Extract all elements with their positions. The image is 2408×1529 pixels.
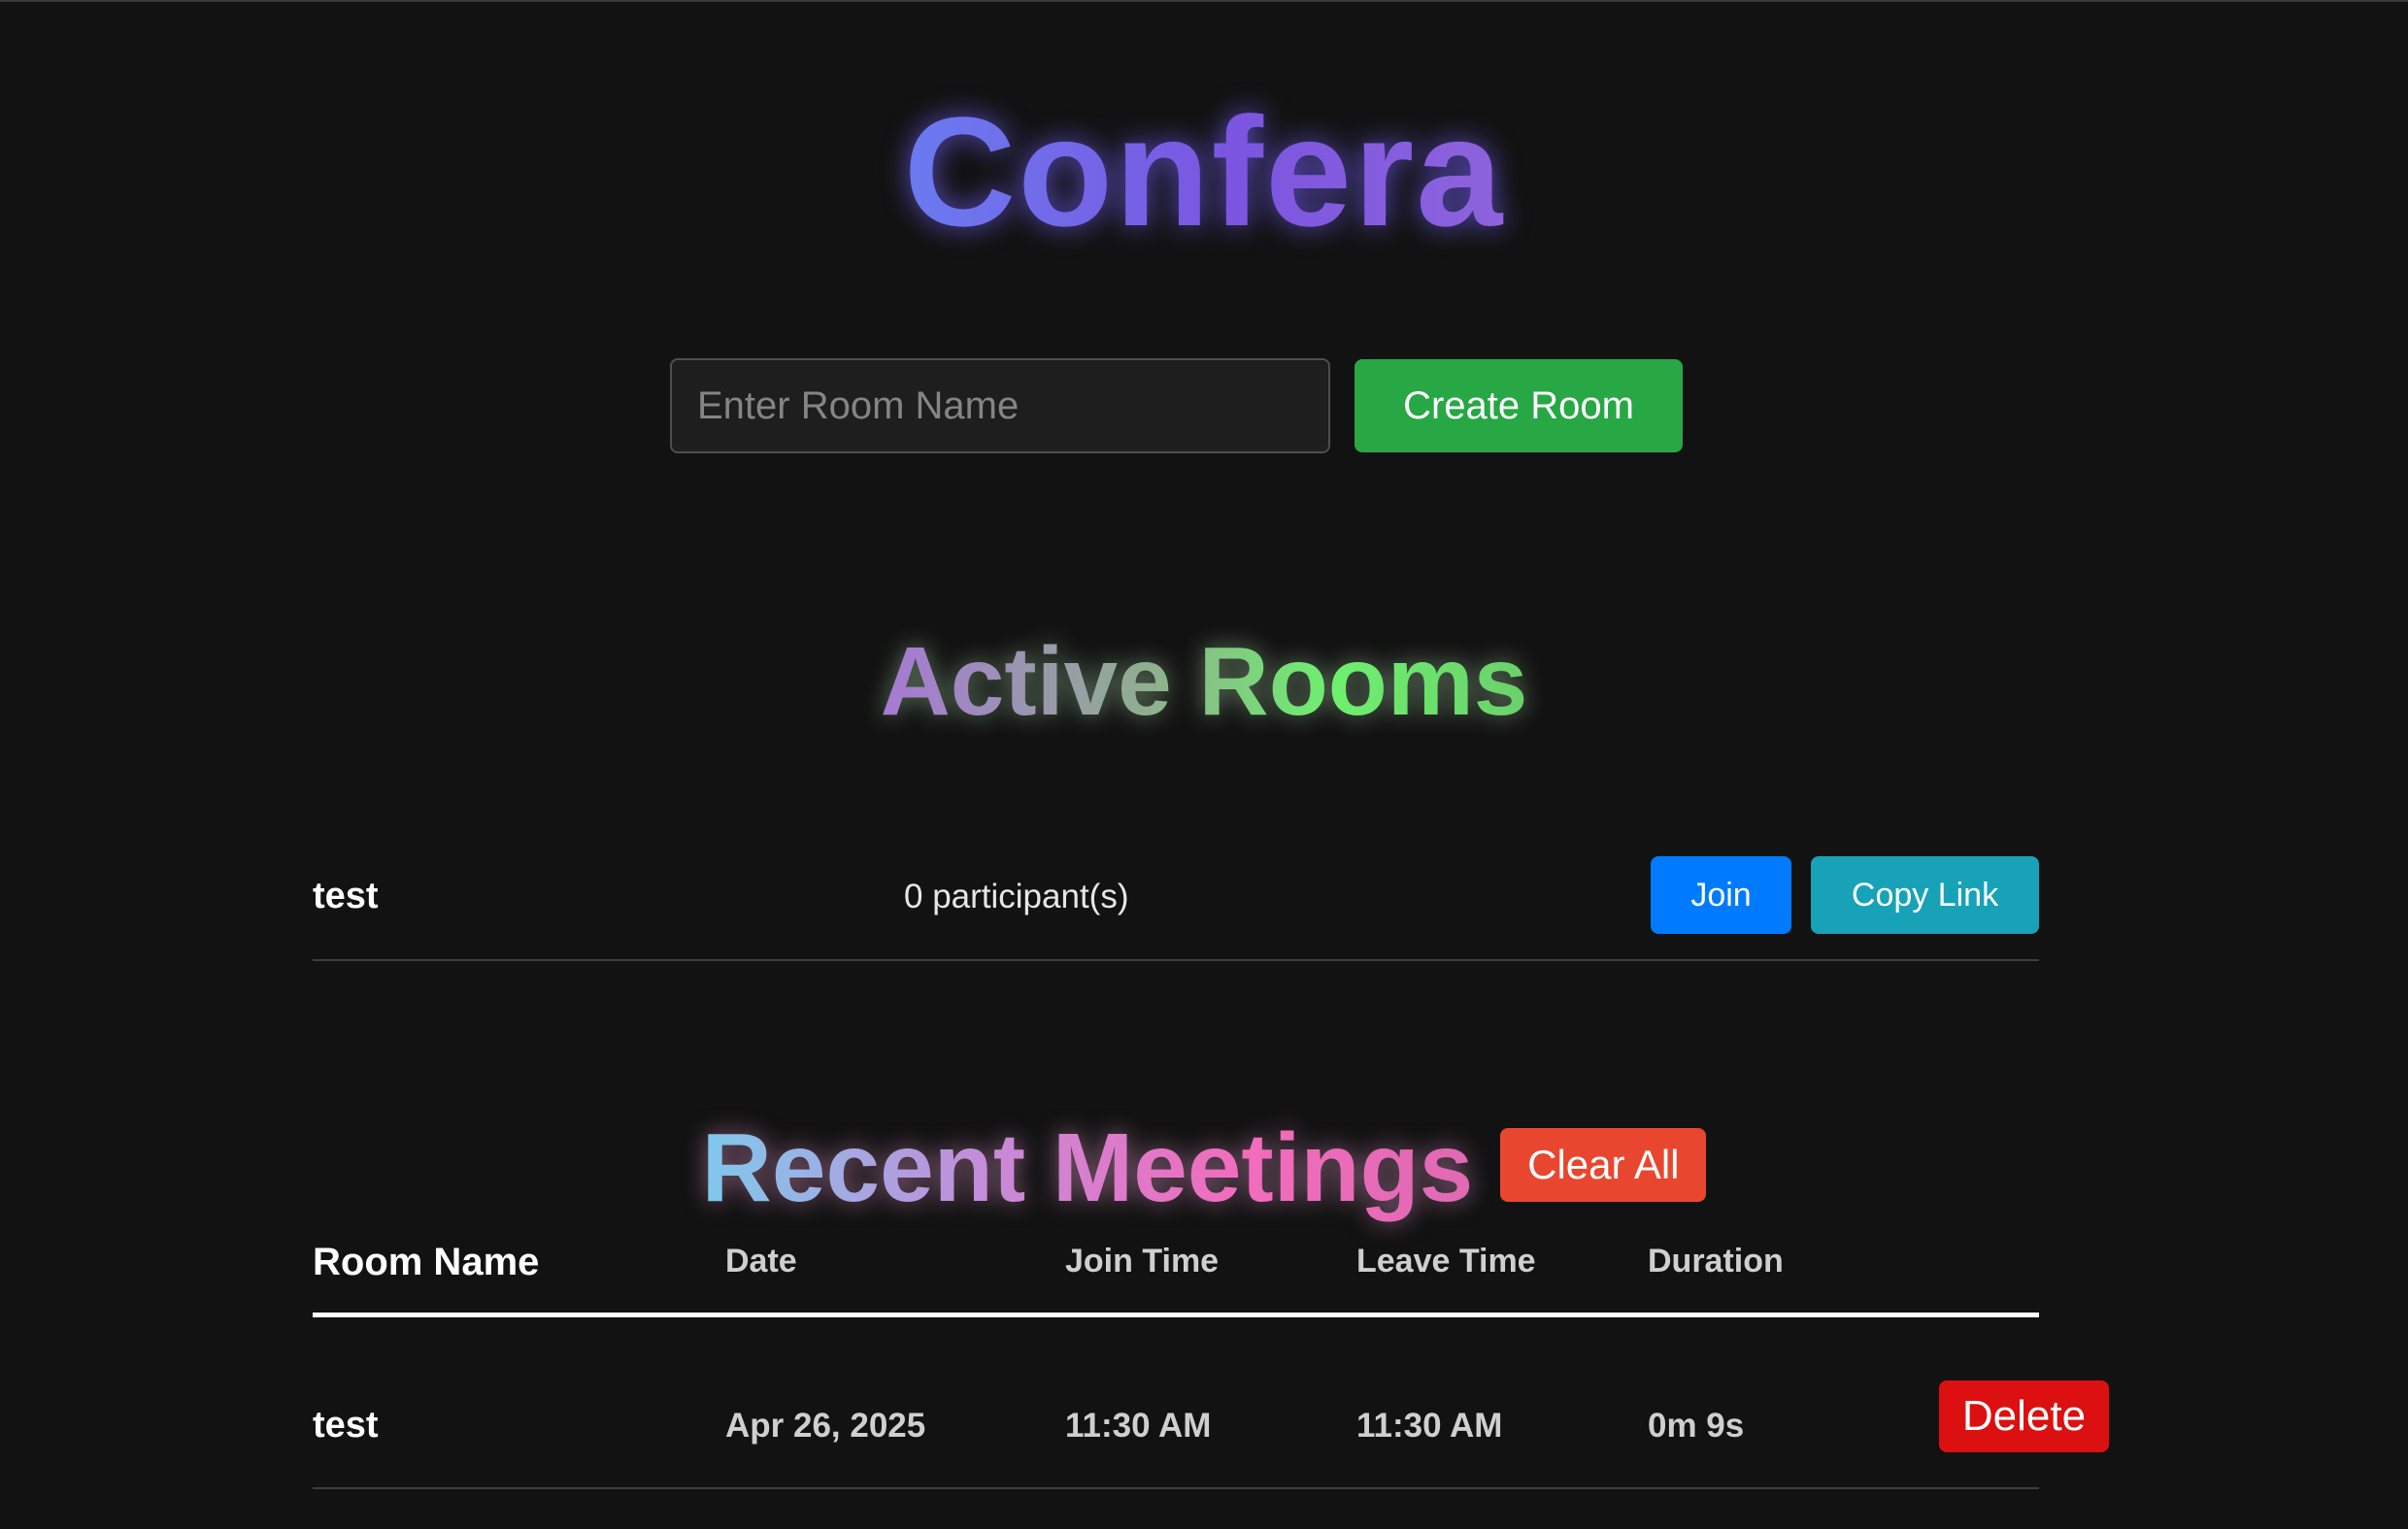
meeting-room-name: test: [313, 1405, 379, 1446]
create-room-form: Create Room: [670, 358, 1683, 453]
participant-count: 0 participant(s): [904, 878, 1129, 915]
app-title: Confera: [0, 94, 2408, 249]
meeting-leave-time: 11:30 AM: [1356, 1407, 1503, 1445]
clear-all-button[interactable]: Clear All: [1500, 1128, 1707, 1202]
column-header-duration: Duration: [1648, 1243, 1784, 1280]
delete-meeting-button[interactable]: Delete: [1939, 1380, 2109, 1452]
meeting-duration: 0m 9s: [1648, 1407, 1745, 1445]
column-header-join-time: Join Time: [1065, 1243, 1220, 1280]
table-row: test Apr 26, 2025 11:30 AM 11:30 AM 0m 9…: [313, 1317, 2109, 1489]
column-header-leave-time: Leave Time: [1356, 1243, 1536, 1280]
active-rooms-heading: Active Rooms: [0, 633, 2408, 730]
active-rooms-title: Active Rooms: [880, 627, 1528, 736]
column-header-room-name: Room Name: [313, 1241, 540, 1283]
meeting-join-time: 11:30 AM: [1065, 1407, 1212, 1445]
recent-meetings-heading: Recent Meetings: [702, 1114, 1474, 1222]
recent-meetings-title: Recent Meetings: [701, 1114, 1474, 1222]
copy-link-button[interactable]: Copy Link: [1811, 856, 2039, 934]
recent-meetings-table: Room Name Date Join Time Leave Time Dura…: [313, 1223, 2109, 1489]
recent-meetings-header: Recent Meetings Clear All: [0, 1114, 2408, 1222]
active-room-name: test: [313, 876, 379, 916]
join-room-button[interactable]: Join: [1651, 856, 1791, 934]
column-header-date: Date: [725, 1243, 797, 1280]
meeting-date: Apr 26, 2025: [725, 1407, 926, 1445]
active-room-row: test 0 participant(s) Join Copy Link: [313, 854, 2039, 961]
table-header-row: Room Name Date Join Time Leave Time Dura…: [313, 1223, 2039, 1317]
app-page: Confera Create Room Active Rooms test 0 …: [0, 0, 2408, 1529]
app-title-text: Confera: [903, 84, 1505, 258]
create-room-button[interactable]: Create Room: [1354, 359, 1683, 452]
room-name-input[interactable]: [670, 358, 1330, 453]
